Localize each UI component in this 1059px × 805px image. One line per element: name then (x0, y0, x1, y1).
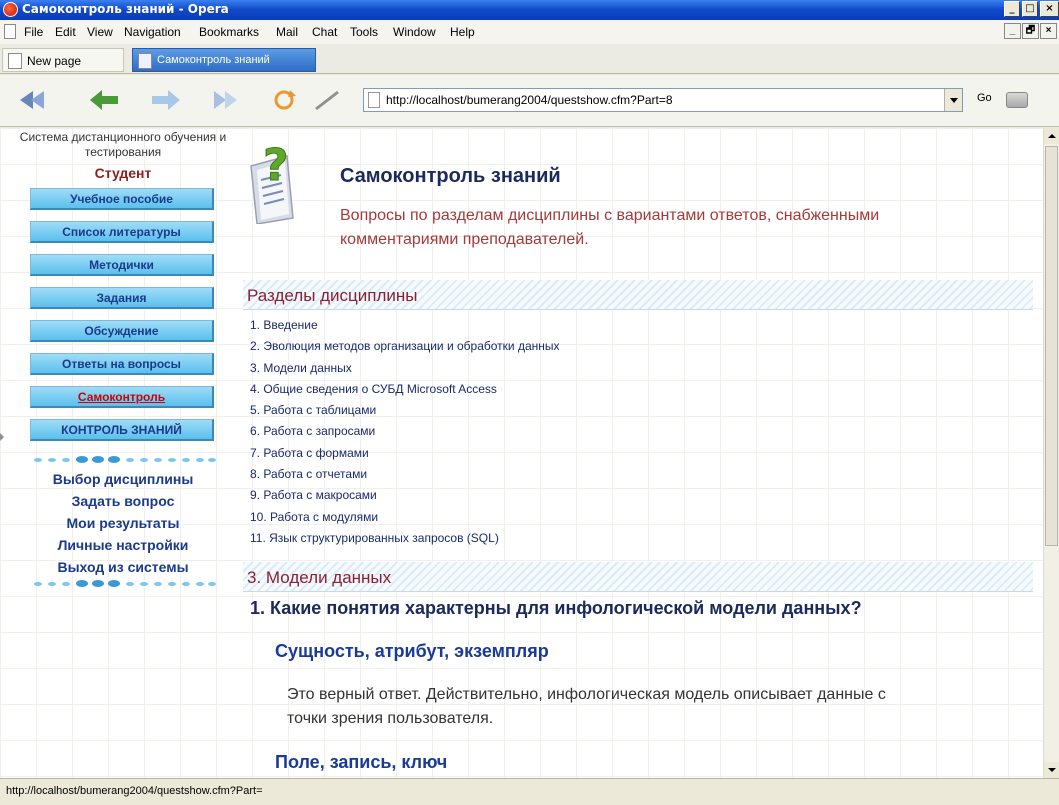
panel-toggle-handle[interactable] (0, 428, 4, 448)
menu-tools[interactable]: Tools (350, 25, 378, 39)
link-select-discipline[interactable]: Выбор дисциплины (18, 471, 228, 487)
page-content: Система дистанционного обучения и тестир… (0, 128, 1059, 778)
sidebar-item-knowledge-control[interactable]: КОНТРОЛЬ ЗНАНИЙ (30, 419, 214, 441)
tab-new-page[interactable]: New page (2, 48, 124, 72)
answer-option[interactable]: Поле, запись, ключ (275, 752, 447, 773)
menu-chat[interactable]: Chat (312, 25, 337, 39)
page-icon (138, 53, 152, 69)
answer-comment: Это верный ответ. Действительно, инфолог… (287, 686, 886, 727)
maximize-button[interactable]: □ (1022, 1, 1038, 17)
chevron-up-icon (1048, 134, 1056, 138)
menu-help[interactable]: Help (450, 25, 475, 39)
document-icon (4, 24, 16, 39)
menu-bookmarks[interactable]: Bookmarks (199, 25, 259, 39)
tab-label: Самоконтроль знаний (157, 54, 270, 66)
sidebar-item-assignments[interactable]: Задания (30, 287, 214, 309)
page-icon (368, 92, 380, 108)
address-input[interactable]: http://localhost/bumerang2004/questshow.… (386, 93, 673, 107)
window-title: Самоконтроль знаний - Opera (22, 2, 229, 16)
back-icon[interactable] (88, 88, 122, 112)
minimize-button[interactable]: _ (1004, 1, 1020, 17)
section-link[interactable]: 7. Работа с формами (250, 446, 950, 467)
question-book-icon: ? (250, 140, 294, 224)
rewind-icon[interactable] (18, 88, 54, 112)
camera-icon[interactable] (1006, 92, 1028, 108)
sidebar-item-answers[interactable]: Ответы на вопросы (30, 353, 214, 375)
section-link[interactable]: 10. Работа с модулями (250, 510, 950, 531)
forward-icon[interactable] (148, 88, 182, 112)
link-personal-settings[interactable]: Личные настройки (18, 537, 228, 553)
reload-icon[interactable] (270, 88, 298, 112)
section-link[interactable]: 5. Работа с таблицами (250, 403, 950, 424)
section-link[interactable]: 6. Работа с запросами (250, 424, 950, 445)
link-logout[interactable]: Выход из системы (18, 559, 228, 575)
title-bar: Самоконтроль знаний - Opera _ □ × (0, 0, 1059, 20)
address-history-button[interactable] (944, 89, 962, 111)
mdi-close-button[interactable]: × (1040, 23, 1057, 39)
go-button[interactable]: Go (977, 92, 992, 104)
opera-logo-icon (3, 2, 18, 17)
chevron-right-icon (0, 433, 4, 441)
link-ask-question[interactable]: Задать вопрос (18, 493, 228, 509)
question-text: 1. Какие понятия характерны для инфологи… (250, 598, 862, 618)
mdi-minimize-button[interactable]: _ (1004, 23, 1021, 39)
vertical-scrollbar[interactable] (1043, 128, 1059, 778)
chevron-down-icon (1048, 768, 1056, 772)
menu-view[interactable]: View (87, 25, 113, 39)
close-button[interactable]: × (1040, 1, 1059, 17)
sidebar: Система дистанционного обучения и тестир… (18, 128, 228, 778)
page-title: Самоконтроль знаний (340, 165, 561, 187)
sections-list: 1. Введение 2. Эволюция методов организа… (250, 318, 950, 552)
tab-label: New page (27, 54, 82, 68)
sidebar-item-discussion[interactable]: Обсуждение (30, 320, 214, 342)
page-icon (8, 53, 22, 69)
scroll-down-button[interactable] (1044, 762, 1059, 778)
section-link[interactable]: 11. Язык структурированных запросов (SQL… (250, 531, 950, 552)
status-text: http://localhost/bumerang2004/questshow.… (6, 785, 263, 797)
sidebar-item-self-check[interactable]: Самоконтроль (30, 386, 214, 408)
menu-window[interactable]: Window (393, 25, 436, 39)
chevron-down-icon (950, 98, 958, 103)
page-subtitle: Вопросы по разделам дисциплины с вариант… (340, 207, 880, 248)
section-link[interactable]: 2. Эволюция методов организации и обрабо… (250, 339, 950, 360)
answer-option[interactable]: Сущность, атрибут, экземпляр (275, 641, 549, 662)
tab-self-check[interactable]: Самоконтроль знаний (132, 48, 316, 72)
sidebar-item-guides[interactable]: Методички (30, 254, 214, 276)
fast-forward-icon[interactable] (208, 88, 242, 112)
section-link[interactable]: 4. Общие сведения о СУБД Microsoft Acces… (250, 382, 950, 403)
menu-bar: File Edit View Navigation Bookmarks Mail… (0, 20, 1059, 44)
status-bar: http://localhost/bumerang2004/questshow.… (0, 778, 1059, 805)
sidebar-item-textbook[interactable]: Учебное пособие (30, 188, 214, 210)
svg-text:?: ? (263, 140, 289, 191)
menu-mail[interactable]: Mail (276, 25, 298, 39)
sidebar-item-literature[interactable]: Список литературы (30, 221, 214, 243)
section-link[interactable]: 3. Модели данных (250, 361, 950, 382)
section-link[interactable]: 8. Работа с отчетами (250, 467, 950, 488)
section-link[interactable]: 1. Введение (250, 318, 950, 339)
navigation-toolbar: http://localhost/bumerang2004/questshow.… (0, 75, 1059, 177)
scroll-up-button[interactable] (1044, 128, 1059, 144)
main-area: ? Самоконтроль знаний Вопросы по раздела… (243, 128, 1033, 778)
user-role: Студент (94, 165, 152, 181)
current-section-heading: 3. Модели данных (243, 562, 1033, 592)
section-link[interactable]: 9. Работа с макросами (250, 488, 950, 509)
menu-navigation[interactable]: Navigation (124, 25, 181, 39)
system-name: Система дистанционного обучения и тестир… (19, 130, 227, 159)
mdi-restore-button[interactable]: 🗗 (1022, 23, 1039, 39)
opera-window: Самоконтроль знаний - Opera _ □ × File E… (0, 0, 1059, 805)
scroll-thumb[interactable] (1045, 146, 1058, 546)
edit-icon[interactable] (312, 88, 342, 112)
link-my-results[interactable]: Мои результаты (18, 515, 228, 531)
tab-bar: New page Самоконтроль знаний (0, 44, 1059, 74)
decorative-divider (30, 456, 218, 464)
menu-edit[interactable]: Edit (55, 25, 76, 39)
decorative-divider (30, 580, 218, 588)
address-bar[interactable]: http://localhost/bumerang2004/questshow.… (363, 88, 963, 112)
menu-file[interactable]: File (24, 25, 43, 39)
sections-heading: Разделы дисциплины (243, 280, 1033, 310)
